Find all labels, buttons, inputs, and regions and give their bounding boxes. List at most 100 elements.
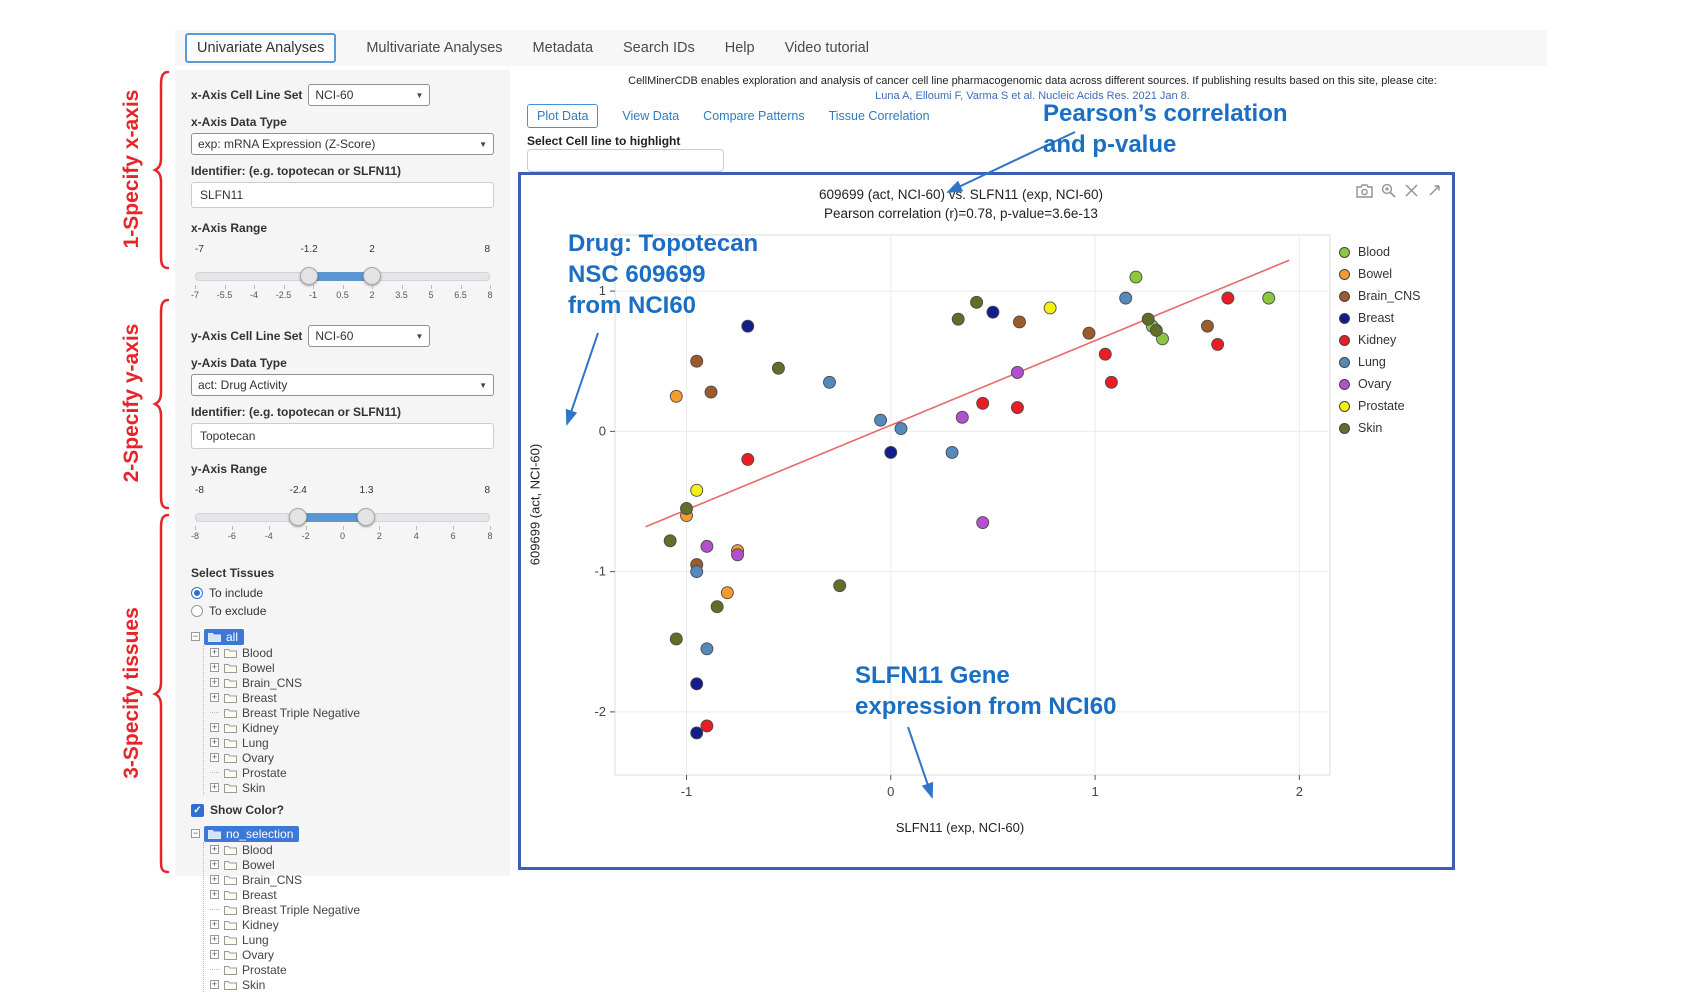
legend-item-breast[interactable]: Breast	[1339, 307, 1421, 329]
tree-item-blood[interactable]: +Blood	[210, 842, 494, 857]
point-bowel[interactable]	[721, 587, 733, 599]
tree-item-brain-cns[interactable]: +Brain_CNS	[210, 872, 494, 887]
x-data-type-select[interactable]: exp: mRNA Expression (Z-Score) ▼	[191, 133, 494, 155]
tree-expand-toggle[interactable]: +	[210, 920, 219, 929]
point-skin[interactable]	[772, 362, 784, 374]
tree-item-blood[interactable]: +Blood	[210, 645, 494, 660]
pan-icon[interactable]	[1404, 183, 1419, 198]
tree-item-prostate[interactable]: Prostate	[210, 962, 494, 977]
point-ovary[interactable]	[701, 540, 713, 552]
tree-item-bowel[interactable]: +Bowel	[210, 660, 494, 675]
legend-item-skin[interactable]: Skin	[1339, 417, 1421, 439]
point-kidney[interactable]	[1212, 338, 1224, 350]
point-lung[interactable]	[1120, 292, 1132, 304]
tree-expand-toggle[interactable]: +	[210, 738, 219, 747]
tree-expand-toggle[interactable]: +	[210, 693, 219, 702]
tab-view-data[interactable]: View Data	[622, 109, 679, 123]
point-skin[interactable]	[1142, 313, 1154, 325]
tree-expand-toggle[interactable]: +	[210, 980, 219, 989]
point-lung[interactable]	[701, 643, 713, 655]
tree-expand-toggle[interactable]: +	[210, 935, 219, 944]
point-kidney[interactable]	[1222, 292, 1234, 304]
legend-item-lung[interactable]: Lung	[1339, 351, 1421, 373]
camera-icon[interactable]	[1356, 184, 1373, 198]
tree-item-breast-triple-negative[interactable]: Breast Triple Negative	[210, 902, 494, 917]
point-ovary[interactable]	[1011, 366, 1023, 378]
nav-item-metadata[interactable]: Metadata	[533, 40, 593, 56]
zoom-in-icon[interactable]	[1381, 183, 1396, 198]
point-brain-cns[interactable]	[1201, 320, 1213, 332]
slider-handle-from[interactable]	[289, 508, 307, 526]
point-blood[interactable]	[1130, 271, 1142, 283]
point-skin[interactable]	[664, 535, 676, 547]
tree-expand-toggle[interactable]: +	[210, 950, 219, 959]
point-kidney[interactable]	[742, 453, 754, 465]
tree-expand-toggle[interactable]: +	[210, 648, 219, 657]
y-range-slider[interactable]: -88-2.41.3-8-6-4-202468	[195, 500, 490, 550]
point-brain-cns[interactable]	[705, 386, 717, 398]
radio-to-exclude[interactable]: To exclude	[191, 602, 494, 620]
point-kidney[interactable]	[701, 720, 713, 732]
point-brain-cns[interactable]	[1083, 327, 1095, 339]
tab-tissue-correlation[interactable]: Tissue Correlation	[829, 109, 930, 123]
tree-item-ovary[interactable]: +Ovary	[210, 947, 494, 962]
tree-expand-toggle[interactable]: +	[210, 875, 219, 884]
point-kidney[interactable]	[977, 397, 989, 409]
x-range-slider[interactable]: -78-1.22-7-5.5-4-2.5-10.523.556.58	[195, 259, 490, 309]
point-lung[interactable]	[895, 423, 907, 435]
tree-item-kidney[interactable]: +Kidney	[210, 917, 494, 932]
tree-item-prostate[interactable]: Prostate	[210, 765, 494, 780]
tree-expand-toggle[interactable]: +	[210, 783, 219, 792]
tab-compare-patterns[interactable]: Compare Patterns	[703, 109, 804, 123]
legend-item-blood[interactable]: Blood	[1339, 241, 1421, 263]
nav-item-multivariate-analyses[interactable]: Multivariate Analyses	[366, 40, 502, 56]
show-color-row[interactable]: ✓ Show Color?	[191, 803, 494, 817]
slider-handle-from[interactable]	[300, 267, 318, 285]
point-skin[interactable]	[1150, 324, 1162, 336]
tree-item-breast[interactable]: +Breast	[210, 887, 494, 902]
point-skin[interactable]	[711, 601, 723, 613]
tree-item-ovary[interactable]: +Ovary	[210, 750, 494, 765]
x-cell-line-set-select[interactable]: NCI-60 ▼	[308, 84, 430, 106]
tree-expand-toggle[interactable]: +	[210, 753, 219, 762]
tree-item-lung[interactable]: +Lung	[210, 735, 494, 750]
point-bowel[interactable]	[670, 390, 682, 402]
autoscale-icon[interactable]	[1427, 183, 1442, 198]
tree-expand-toggle[interactable]: +	[210, 845, 219, 854]
point-lung[interactable]	[824, 376, 836, 388]
point-kidney[interactable]	[1011, 402, 1023, 414]
nav-item-help[interactable]: Help	[725, 40, 755, 56]
point-brain-cns[interactable]	[691, 355, 703, 367]
nav-item-search-ids[interactable]: Search IDs	[623, 40, 695, 56]
tree-item-breast-triple-negative[interactable]: Breast Triple Negative	[210, 705, 494, 720]
tree-item-bowel[interactable]: +Bowel	[210, 857, 494, 872]
slider-handle-to[interactable]	[357, 508, 375, 526]
point-lung[interactable]	[691, 566, 703, 578]
y-data-type-select[interactable]: act: Drug Activity ▼	[191, 374, 494, 396]
radio-to-include[interactable]: To include	[191, 584, 494, 602]
point-skin[interactable]	[834, 580, 846, 592]
point-lung[interactable]	[875, 414, 887, 426]
legend-item-bowel[interactable]: Bowel	[1339, 263, 1421, 285]
legend-item-ovary[interactable]: Ovary	[1339, 373, 1421, 395]
radio-button[interactable]	[191, 605, 203, 617]
point-skin[interactable]	[681, 503, 693, 515]
point-prostate[interactable]	[691, 484, 703, 496]
legend-item-prostate[interactable]: Prostate	[1339, 395, 1421, 417]
slider-handle-to[interactable]	[363, 267, 381, 285]
nav-item-univariate-analyses[interactable]: Univariate Analyses	[185, 33, 336, 63]
point-breast[interactable]	[987, 306, 999, 318]
tree-item-skin[interactable]: +Skin	[210, 977, 494, 992]
point-ovary[interactable]	[977, 517, 989, 529]
point-blood[interactable]	[1263, 292, 1275, 304]
tree-expand-toggle[interactable]: +	[210, 663, 219, 672]
point-breast[interactable]	[691, 727, 703, 739]
tree-root-no-selection[interactable]: no_selection	[204, 826, 299, 842]
point-kidney[interactable]	[1105, 376, 1117, 388]
tree-expand-toggle[interactable]: +	[210, 723, 219, 732]
tree-item-breast[interactable]: +Breast	[210, 690, 494, 705]
radio-button[interactable]	[191, 587, 203, 599]
x-identifier-input[interactable]	[191, 182, 494, 208]
point-breast[interactable]	[691, 678, 703, 690]
point-skin[interactable]	[971, 296, 983, 308]
